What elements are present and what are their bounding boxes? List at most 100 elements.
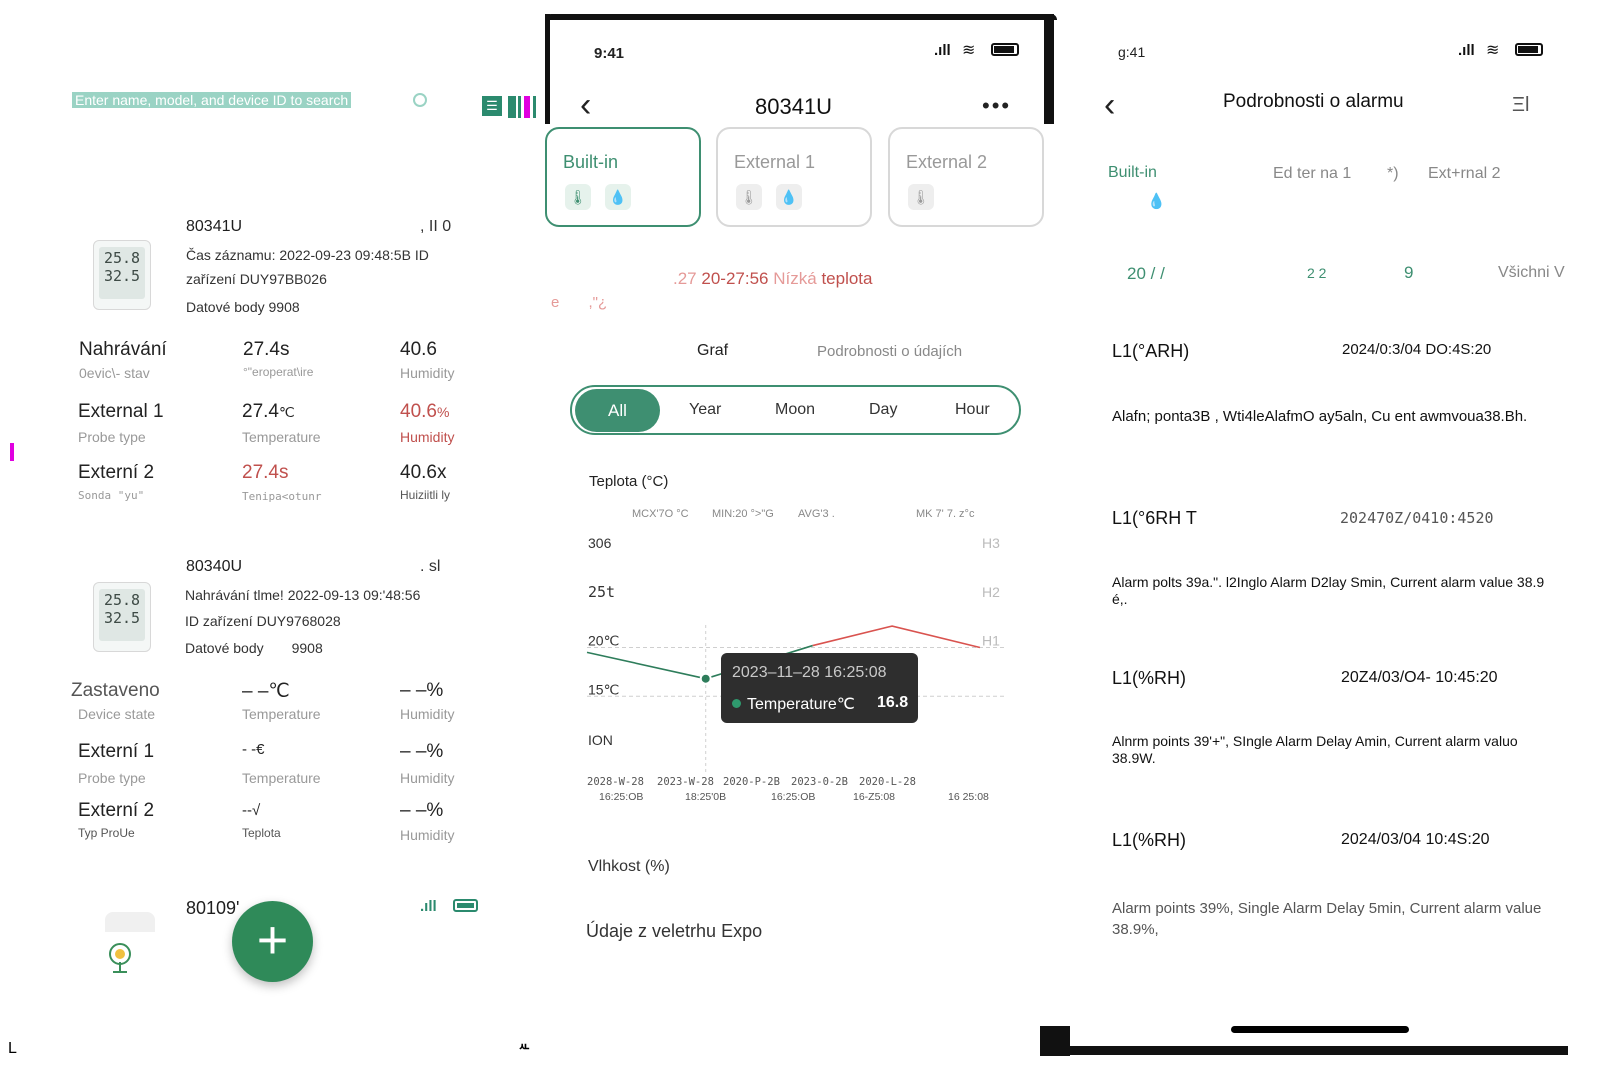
back-button[interactable]: ‹ (1104, 88, 1115, 122)
temperature-label: Teplota (242, 826, 281, 840)
row-label: Typ ProUe (78, 826, 135, 840)
temperature-label: Temperature (242, 706, 321, 722)
chart-stat: MCX'7O °C (632, 508, 689, 520)
alarm-time: 2024/0:3/04 DO:4S:20 (1342, 341, 1492, 358)
search-clear-icon[interactable] (413, 93, 427, 107)
device-id: 80109' (186, 898, 240, 918)
alarm-code: L1(°6RH T (1112, 508, 1197, 528)
tab-external-2[interactable]: Ext+rnal 2 (1428, 165, 1500, 183)
alarm-time: 2024/03/04 10:4S:20 (1341, 831, 1490, 848)
wifi-icon: ≋ (1486, 42, 1500, 59)
chart-title: Teplota (°C) (589, 473, 669, 490)
expo-data-link[interactable]: Údaje z veletrhu Expo (586, 921, 762, 942)
x-tick-label: 16 25:08 (948, 791, 989, 803)
probe-filter[interactable]: 2 2 (1307, 265, 1326, 281)
page-title: Podrobnosti o alarmu (1223, 91, 1404, 112)
x-tick-label: 2028-W-28 (587, 776, 644, 788)
range-year-button[interactable]: Year (689, 401, 721, 419)
x-tick-label: 2020-L-28 (859, 776, 916, 788)
alarm-description: Alnrm points 39'+", SIngle Alarm Delay A… (1112, 733, 1518, 766)
x-tick-label: 16:25:OB (599, 791, 643, 803)
device-id: 80340U (186, 558, 243, 575)
y-tick-label: 306 (588, 535, 612, 551)
temperature-label: Temperature (242, 770, 321, 786)
phone-frame (1048, 1046, 1568, 1055)
search-input[interactable]: Enter name, model, and device ID to sear… (72, 92, 352, 108)
threshold-label: H3 (982, 535, 1000, 551)
tab-data-details[interactable]: Podrobnosti o údajích (817, 343, 962, 360)
tab-graph[interactable]: Graf (697, 342, 728, 360)
signal-icon: .ıll (1458, 42, 1475, 59)
menu-icon[interactable]: Ξl (1512, 94, 1529, 117)
probe-card-external-2[interactable]: External 2 🌡 (888, 127, 1044, 227)
row-name: Zastaveno (71, 680, 160, 701)
x-tick-label: 2023-0-2B (791, 776, 848, 788)
page-title: 80341U (755, 94, 833, 119)
signal-icon: .ıll (934, 42, 951, 59)
tab-external-1[interactable]: Ed ter na 1 (1273, 165, 1351, 183)
back-button[interactable]: ‹ (580, 88, 591, 122)
wifi-icon: ≋ (962, 42, 976, 59)
battery-icon (453, 899, 478, 912)
status-time: 9:41 (594, 45, 625, 62)
temperature-label: Temperature (242, 429, 321, 445)
temperature-value: --√ (242, 802, 261, 819)
home-indicator (1231, 1026, 1409, 1033)
view-toggle-icon[interactable] (508, 96, 540, 118)
device-thumbnail (105, 912, 155, 932)
row-name: Nahrávání (79, 339, 167, 360)
tooltip-time: 2023–11–28 16:25:08 (732, 664, 887, 681)
droplet-icon: 💧 (605, 184, 631, 210)
humidity-section-title: Vlhkost (%) (588, 858, 670, 875)
status-time: g:41 (1118, 44, 1146, 60)
device-id-line: zařízení DUY97BB026 (186, 271, 327, 287)
y-tick-label: ION (588, 732, 613, 748)
series-line (812, 625, 981, 649)
alarm-description: Alafn; ponta3B , Wti4leAlafmO ay5aln, Cu… (1112, 408, 1528, 425)
more-button[interactable]: ••• (982, 93, 1011, 119)
temperature-value: – –℃ (242, 681, 290, 702)
alarm-code: L1(°ARH) (1112, 341, 1190, 361)
phone-frame (1040, 1026, 1070, 1056)
row-label: Probe type (78, 429, 146, 445)
probe-card-built-in[interactable]: Built-in 🌡 💧 (545, 127, 701, 227)
alarm-banner[interactable]: .27 20-27:56 Nízká teplota (673, 269, 872, 289)
probe-name: Built-in (563, 152, 619, 172)
x-tick-label: 18:25'0B (685, 791, 726, 803)
device-record-time: Nahrávání tlme! 2022-09-13 09:'48:56 (185, 587, 421, 603)
tree-icon (105, 942, 135, 974)
tooltip-value: 16.8 (877, 694, 909, 711)
type-filter[interactable]: 9 (1404, 263, 1413, 283)
date-filter[interactable]: 20 / / (1127, 264, 1165, 284)
list-view-icon[interactable]: ☰ (482, 96, 502, 116)
alarm-subtext: e ,"¿ (551, 294, 608, 311)
range-hour-button[interactable]: Hour (955, 401, 990, 419)
scroll-marker (10, 443, 14, 461)
row-label: 0evic\- stav (79, 365, 150, 381)
phone-frame (545, 14, 1057, 20)
thermometer-icon: 🌡 (565, 184, 591, 210)
range-day-button[interactable]: Day (869, 401, 897, 419)
humidity-value-alarm: 40.6% (400, 401, 450, 422)
range-month-button[interactable]: Moon (775, 401, 815, 419)
device-signal-text: , II 0 (420, 218, 452, 235)
alarm-code: L1(%RH) (1112, 668, 1187, 688)
device-thumbnail: 25.8 32.5 (93, 240, 151, 310)
temperature-value: 27.4℃ (242, 401, 295, 422)
device-thumbnail: 25.8 32.5 (93, 582, 151, 652)
temperature-label: Tenipa<otunr (242, 490, 322, 503)
corner-mark: ᄮ (518, 1042, 531, 1058)
all-filter-dropdown[interactable]: Všichni V (1498, 264, 1565, 282)
humidity-label: Humidity (400, 706, 455, 722)
probe-card-external-1[interactable]: External 1 🌡 💧 (716, 127, 872, 227)
tab-built-in[interactable]: Built-in (1108, 164, 1157, 182)
humidity-label: Humidity (400, 429, 455, 445)
range-all-button[interactable]: All (575, 389, 660, 432)
threshold-label: H2 (982, 584, 1000, 600)
add-device-button[interactable]: + (232, 901, 313, 982)
device-record-time: Čas záznamu: 2022-09-23 09:48:5B ID (186, 247, 429, 263)
probe-name: External 1 (734, 152, 816, 172)
row-name: Externí 1 (78, 741, 155, 762)
droplet-icon: 💧 (776, 184, 802, 210)
row-name: External 1 (78, 401, 164, 422)
